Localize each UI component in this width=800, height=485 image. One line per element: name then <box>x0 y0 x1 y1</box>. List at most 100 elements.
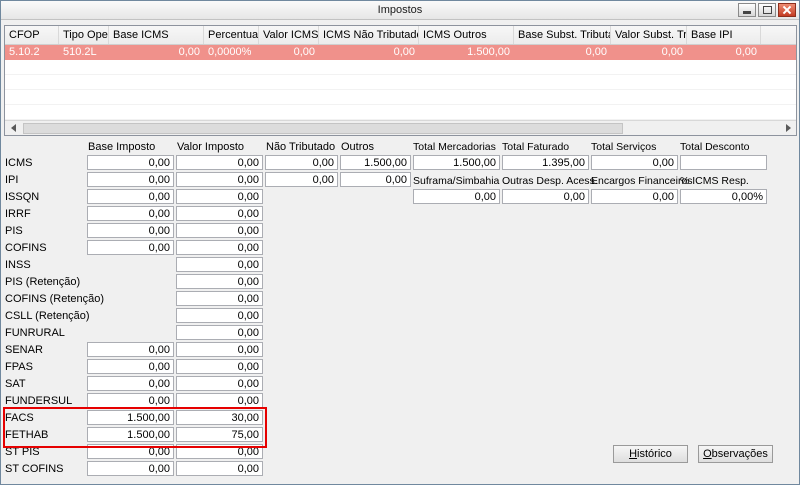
tax-label-st-pis: ST PIS <box>5 446 40 458</box>
valor-imposto-field-fpas[interactable]: 0,00 <box>176 359 263 374</box>
total-desconto-field[interactable] <box>680 155 767 170</box>
base-imposto-field-icms[interactable]: 0,00 <box>87 155 174 170</box>
outros-field-icms[interactable]: 1.500,00 <box>340 155 411 170</box>
grid-cell: 0,00 <box>178 46 200 58</box>
base-imposto-field-st-cofins[interactable]: 0,00 <box>87 461 174 476</box>
valor-imposto-field-irrf[interactable]: 0,00 <box>176 206 263 221</box>
form-row-senar: SENAR 0,00 0,00 <box>5 342 411 359</box>
nao-tributado-field-ipi[interactable]: 0,00 <box>265 172 338 187</box>
base-imposto-field-ipi[interactable]: 0,00 <box>87 172 174 187</box>
base-imposto-field-cofins[interactable]: 0,00 <box>87 240 174 255</box>
grid-cell: 0,00 <box>293 46 315 58</box>
valor-imposto-field-csll-reten-o[interactable]: 0,00 <box>176 308 263 323</box>
base-imposto-field-irrf[interactable]: 0,00 <box>87 206 174 221</box>
grid-header: CFOP Tipo Oper. Base ICMS Percentual Valor I… <box>5 26 796 45</box>
base-imposto-field-fethab[interactable]: 1.500,00 <box>87 427 174 442</box>
tax-label-facs: FACS <box>5 412 34 424</box>
base-imposto-field-senar[interactable]: 0,00 <box>87 342 174 357</box>
form-row-issqn: ISSQN 0,00 0,00 <box>5 189 411 206</box>
grid-column-header[interactable]: Percentual <box>204 26 259 44</box>
base-imposto-field-fpas[interactable]: 0,00 <box>87 359 174 374</box>
scroll-right-button[interactable] <box>780 121 796 135</box>
base-imposto-field-st-pis[interactable]: 0,00 <box>87 444 174 459</box>
tax-label-sat: SAT <box>5 378 26 390</box>
total-mercadorias-field[interactable]: 1.500,00 <box>413 155 500 170</box>
titlebar[interactable]: Impostos <box>1 1 799 20</box>
tax-label-inss: INSS <box>5 259 31 271</box>
grid-column-header[interactable]: Base IPI <box>687 26 761 44</box>
grid-cell: 1.500,00 <box>467 46 510 58</box>
observacoes-button[interactable]: Observações <box>698 445 773 463</box>
base-imposto-field-sat[interactable]: 0,00 <box>87 376 174 391</box>
valor-imposto-field-sat[interactable]: 0,00 <box>176 376 263 391</box>
grid-column-header[interactable]: Valor ICMS <box>259 26 319 44</box>
maximize-button[interactable] <box>758 3 776 17</box>
suframa-simbahia-field[interactable]: 0,00 <box>413 189 500 204</box>
valor-imposto-field-fundersul[interactable]: 0,00 <box>176 393 263 408</box>
tax-label-csll-reten-o: CSLL (Retenção) <box>5 310 90 322</box>
valor-imposto-field-cofins[interactable]: 0,00 <box>176 240 263 255</box>
grid-column-header[interactable]: ICMS Outros <box>419 26 514 44</box>
form-row-fpas: FPAS 0,00 0,00 <box>5 359 411 376</box>
valor-imposto-field-funrural[interactable]: 0,00 <box>176 325 263 340</box>
valor-imposto-field-st-cofins[interactable]: 0,00 <box>176 461 263 476</box>
valor-imposto-field-facs[interactable]: 30,00 <box>176 410 263 425</box>
nao-tributado-header: Não Tributado <box>266 141 336 153</box>
valor-imposto-field-pis-reten-o[interactable]: 0,00 <box>176 274 263 289</box>
total-faturado-field[interactable]: 1.395,00 <box>502 155 589 170</box>
form-row-csll-reten-o: CSLL (Retenção) 0,00 <box>5 308 411 325</box>
nao-tributado-field-icms[interactable]: 0,00 <box>265 155 338 170</box>
minimize-button[interactable] <box>738 3 756 17</box>
valor-imposto-field-cofins-reten-o[interactable]: 0,00 <box>176 291 263 306</box>
close-button[interactable] <box>778 3 796 17</box>
total-servicos-header: Total Serviços <box>591 141 657 153</box>
horizontal-scrollbar[interactable] <box>5 120 796 135</box>
grid-column-header[interactable]: Valor Subst. Trib. <box>611 26 687 44</box>
outros-field-ipi[interactable]: 0,00 <box>340 172 411 187</box>
base-imposto-field-pis[interactable]: 0,00 <box>87 223 174 238</box>
tax-label-fethab: FETHAB <box>5 429 49 441</box>
base-imposto-field-facs[interactable]: 1.500,00 <box>87 410 174 425</box>
valor-imposto-field-senar[interactable]: 0,00 <box>176 342 263 357</box>
scrollbar-thumb[interactable] <box>23 122 623 134</box>
base-imposto-field-issqn[interactable]: 0,00 <box>87 189 174 204</box>
valor-imposto-field-pis[interactable]: 0,00 <box>176 223 263 238</box>
valor-imposto-field-inss[interactable]: 0,00 <box>176 257 263 272</box>
scroll-right-icon <box>785 124 791 132</box>
grid-row-empty[interactable] <box>5 90 796 105</box>
grid-row-empty[interactable] <box>5 60 796 75</box>
tax-label-pis: PIS <box>5 225 23 237</box>
base-imposto-field-fundersul[interactable]: 0,00 <box>87 393 174 408</box>
total-servicos-field[interactable]: 0,00 <box>591 155 678 170</box>
form-row-ipi: IPI 0,00 0,00 0,00 0,00 <box>5 172 411 189</box>
form-row-facs: FACS 1.500,00 30,00 <box>5 410 411 427</box>
grid-column-header[interactable]: ICMS Não Tributado <box>319 26 419 44</box>
encargos-financeiros-field[interactable]: 0,00 <box>591 189 678 204</box>
valor-imposto-field-ipi[interactable]: 0,00 <box>176 172 263 187</box>
form-column-headers: Base Imposto Valor Imposto Não Tributado… <box>5 141 411 155</box>
valor-imposto-field-st-pis[interactable]: 0,00 <box>176 444 263 459</box>
grid-column-header[interactable]: Base ICMS <box>109 26 204 44</box>
outras-desp-acess-field[interactable]: 0,00 <box>502 189 589 204</box>
tax-label-icms: ICMS <box>5 157 33 169</box>
impostos-grid: CFOP Tipo Oper. Base ICMS Percentual Valor I… <box>4 25 797 136</box>
grid-column-header[interactable]: Base Subst. Tributária <box>514 26 611 44</box>
scroll-left-button[interactable] <box>5 121 21 135</box>
total-mercadorias-header: Total Mercadorias <box>413 141 496 153</box>
observacoes-button-label: bservações <box>711 448 768 460</box>
scroll-left-icon <box>10 124 16 132</box>
grid-row-empty[interactable] <box>5 105 796 120</box>
maximize-icon <box>762 6 772 14</box>
grid-column-header[interactable]: Tipo Oper. <box>59 26 109 44</box>
valor-imposto-field-issqn[interactable]: 0,00 <box>176 189 263 204</box>
total-desconto-header: Total Desconto <box>680 141 750 153</box>
icms-resp-field[interactable]: 0,00% <box>680 189 767 204</box>
form-row-fundersul: FUNDERSUL 0,00 0,00 <box>5 393 411 410</box>
grid-row-empty[interactable] <box>5 75 796 90</box>
historico-button[interactable]: Histórico <box>613 445 688 463</box>
grid-row-selected[interactable]: 5.10.2 510.2L 0,00 0,0000% 0,00 0,00 1.500,00 0… <box>5 45 796 60</box>
valor-imposto-field-icms[interactable]: 0,00 <box>176 155 263 170</box>
valor-imposto-field-fethab[interactable]: 75,00 <box>176 427 263 442</box>
grid-column-header[interactable]: CFOP <box>5 26 59 44</box>
tax-label-cofins: COFINS <box>5 242 47 254</box>
